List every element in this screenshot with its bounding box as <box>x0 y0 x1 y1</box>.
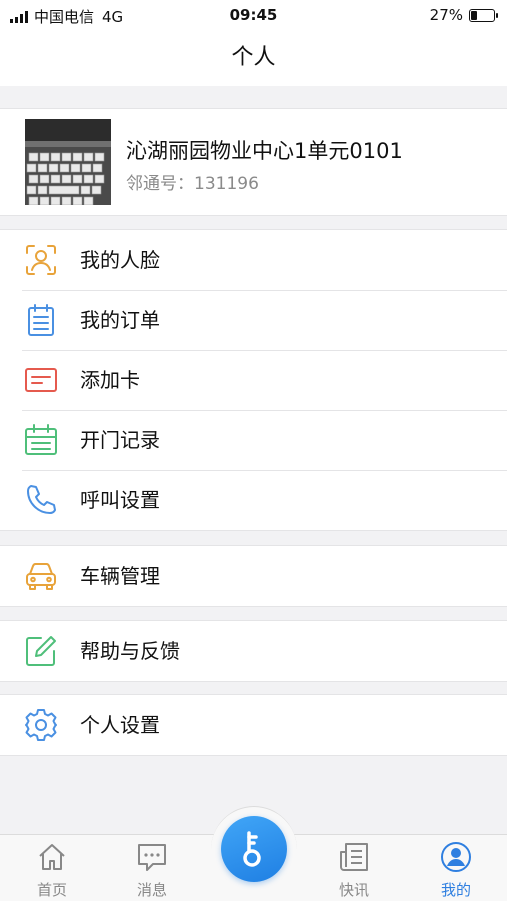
home-icon <box>39 844 65 870</box>
page-title: 个人 <box>0 30 507 86</box>
menu-item-my-orders[interactable]: 我的订单 <box>0 290 507 350</box>
order-clipboard-icon <box>28 304 54 336</box>
menu-item-call-settings[interactable]: 呼叫设置 <box>0 470 507 530</box>
calendar-icon <box>25 424 57 455</box>
battery-icon <box>469 8 498 22</box>
key-icon <box>243 831 261 867</box>
car-icon <box>26 563 56 590</box>
menu-label: 个人设置 <box>80 713 160 737</box>
unlock-key-button[interactable] <box>221 816 287 882</box>
menu-group-vehicle: 车辆管理 <box>0 545 507 607</box>
face-scan-icon <box>26 245 56 275</box>
profile-card[interactable]: 沁湖丽园物业中心1单元0101 邻通号：131196 <box>0 108 507 216</box>
profile-name: 沁湖丽园物业中心1单元0101 <box>126 139 403 163</box>
tab-mine[interactable]: 我的 <box>416 835 496 901</box>
tab-label: 我的 <box>440 881 471 899</box>
menu-item-door-records[interactable]: 开门记录 <box>0 410 507 470</box>
phone-icon <box>27 485 56 514</box>
user-icon <box>441 842 471 872</box>
menu-label: 开门记录 <box>80 428 160 452</box>
menu-group-help: 帮助与反馈 <box>0 620 507 682</box>
tab-news[interactable]: 快讯 <box>314 835 394 901</box>
message-icon <box>138 844 166 871</box>
tab-messages[interactable]: 消息 <box>112 835 192 901</box>
menu-group-main: 我的人脸 我的订单 添加卡 开门记录 呼叫设置 <box>0 229 507 531</box>
profile-id: 邻通号：131196 <box>126 174 259 194</box>
tab-label: 消息 <box>136 881 167 899</box>
news-icon <box>340 843 368 871</box>
menu-label: 添加卡 <box>80 368 140 392</box>
gear-icon <box>25 709 57 741</box>
card-icon <box>25 368 57 392</box>
menu-item-help-feedback[interactable]: 帮助与反馈 <box>0 621 507 681</box>
menu-label: 帮助与反馈 <box>80 639 180 663</box>
menu-label: 我的人脸 <box>80 248 160 272</box>
battery-percent: 27% <box>429 6 463 24</box>
menu-label: 呼叫设置 <box>80 488 160 512</box>
menu-label: 车辆管理 <box>80 564 160 588</box>
menu-label: 我的订单 <box>80 308 160 332</box>
menu-item-my-face[interactable]: 我的人脸 <box>0 230 507 290</box>
avatar[interactable] <box>25 119 111 205</box>
tab-home[interactable]: 首页 <box>12 835 92 901</box>
edit-icon <box>26 636 56 666</box>
tab-label: 快讯 <box>338 881 369 899</box>
menu-item-add-card[interactable]: 添加卡 <box>0 350 507 410</box>
tab-label: 首页 <box>36 881 67 899</box>
menu-item-vehicle-management[interactable]: 车辆管理 <box>0 546 507 606</box>
menu-group-settings: 个人设置 <box>0 694 507 756</box>
menu-item-personal-settings[interactable]: 个人设置 <box>0 695 507 755</box>
status-bar: 中国电信 4G 09:45 27% <box>0 0 507 30</box>
